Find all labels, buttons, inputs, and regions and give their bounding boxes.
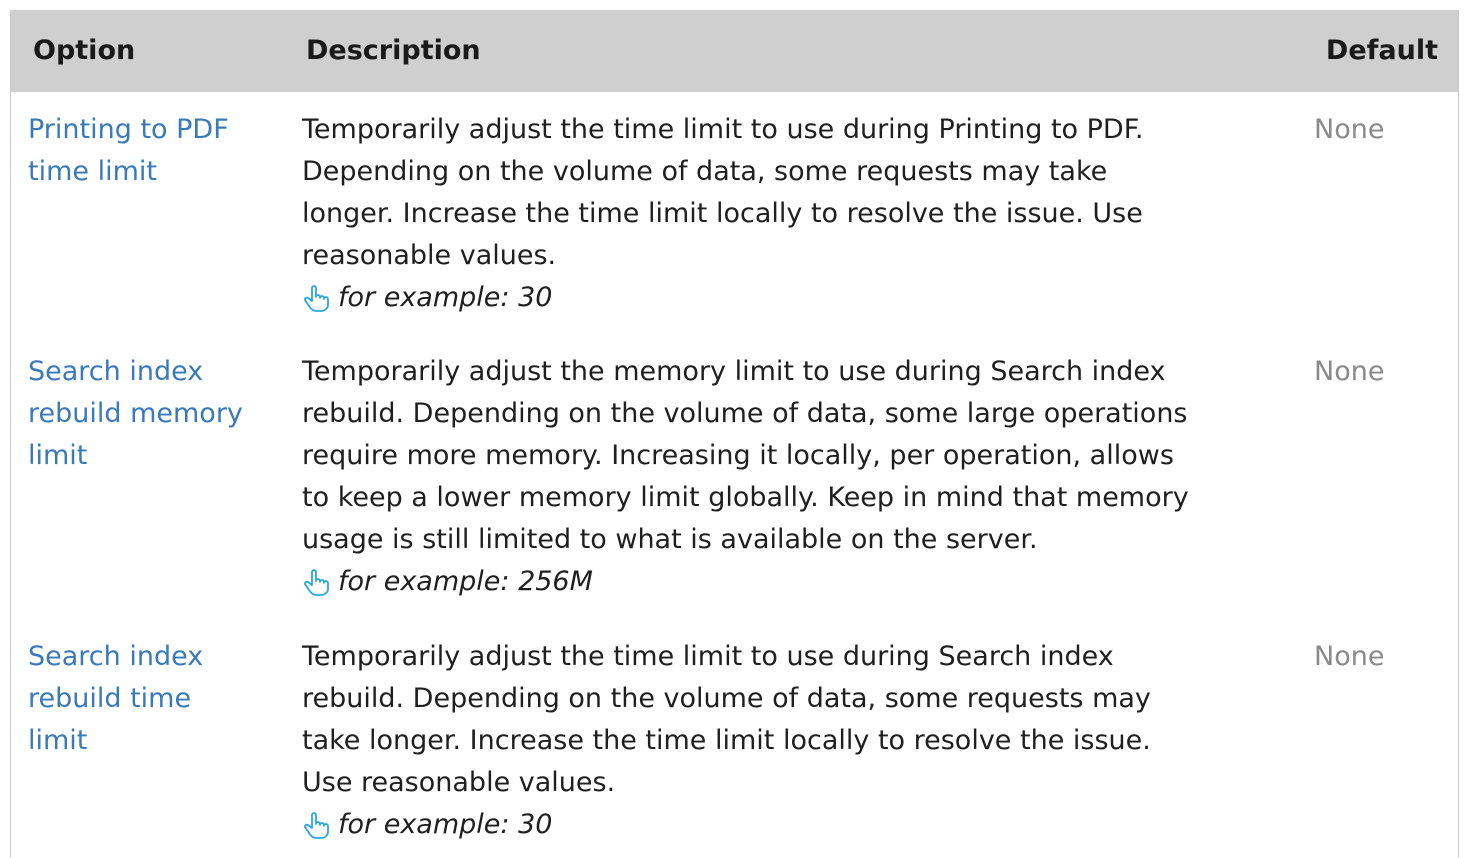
description-line: require more memory. Increasing it local… <box>302 440 1174 471</box>
table-header-row: Option Description Default <box>11 10 1458 92</box>
option-link-line[interactable]: limit <box>28 435 278 477</box>
pointing-hand-icon <box>302 811 330 839</box>
description-line: reasonable values. <box>302 240 557 271</box>
option-link-search-index-time-limit[interactable]: Search index rebuild time limit <box>28 636 278 762</box>
option-link-line[interactable]: limit <box>28 720 278 762</box>
option-link-printing-pdf-time-limit[interactable]: Printing to PDF time limit <box>28 109 278 193</box>
example-line: for example: 30 <box>302 277 1297 319</box>
table-row: Printing to PDF time limit Temporarily a… <box>11 92 1458 334</box>
description-line: Depending on the volume of data, some re… <box>302 156 1108 187</box>
table-row: Search index rebuild time limit Temporar… <box>11 619 1458 858</box>
option-link-line[interactable]: Printing to PDF <box>28 109 278 151</box>
description-line: usage is still limited to what is availa… <box>302 524 1038 555</box>
option-link-line[interactable]: rebuild time <box>28 678 278 720</box>
option-link-line[interactable]: time limit <box>28 151 278 193</box>
header-default: Default <box>1325 35 1438 66</box>
header-description: Description <box>306 35 481 66</box>
option-link-search-index-memory-limit[interactable]: Search index rebuild memory limit <box>28 351 278 477</box>
default-value: None <box>1314 114 1385 145</box>
description-cell: Temporarily adjust the memory limit to u… <box>302 351 1297 603</box>
description-cell: Temporarily adjust the time limit to use… <box>302 109 1297 319</box>
options-table: Option Description Default Printing to P… <box>10 10 1459 858</box>
description-line: rebuild. Depending on the volume of data… <box>302 683 1151 714</box>
example-line: for example: 256M <box>302 561 1297 603</box>
header-option: Option <box>33 35 136 66</box>
description-line: to keep a lower memory limit globally. K… <box>302 482 1189 513</box>
example-text: for example: 30 <box>338 809 553 840</box>
description-line: Use reasonable values. <box>302 767 616 798</box>
example-text: for example: 30 <box>338 282 553 313</box>
description-line: Temporarily adjust the time limit to use… <box>302 114 1144 145</box>
default-value: None <box>1314 356 1385 387</box>
description-line: longer. Increase the time limit locally … <box>302 198 1143 229</box>
option-link-line[interactable]: Search index <box>28 636 278 678</box>
description-line: rebuild. Depending on the volume of data… <box>302 398 1188 429</box>
pointing-hand-icon <box>302 284 330 312</box>
pointing-hand-icon <box>302 568 330 596</box>
example-text: for example: 256M <box>338 566 593 597</box>
option-link-line[interactable]: rebuild memory <box>28 393 278 435</box>
table-row: Search index rebuild memory limit Tempor… <box>11 334 1458 619</box>
description-line: Temporarily adjust the time limit to use… <box>302 641 1114 672</box>
default-value: None <box>1314 641 1385 672</box>
description-cell: Temporarily adjust the time limit to use… <box>302 636 1297 846</box>
description-line: take longer. Increase the time limit loc… <box>302 725 1151 756</box>
option-link-line[interactable]: Search index <box>28 351 278 393</box>
example-line: for example: 30 <box>302 804 1297 846</box>
description-line: Temporarily adjust the memory limit to u… <box>302 356 1166 387</box>
